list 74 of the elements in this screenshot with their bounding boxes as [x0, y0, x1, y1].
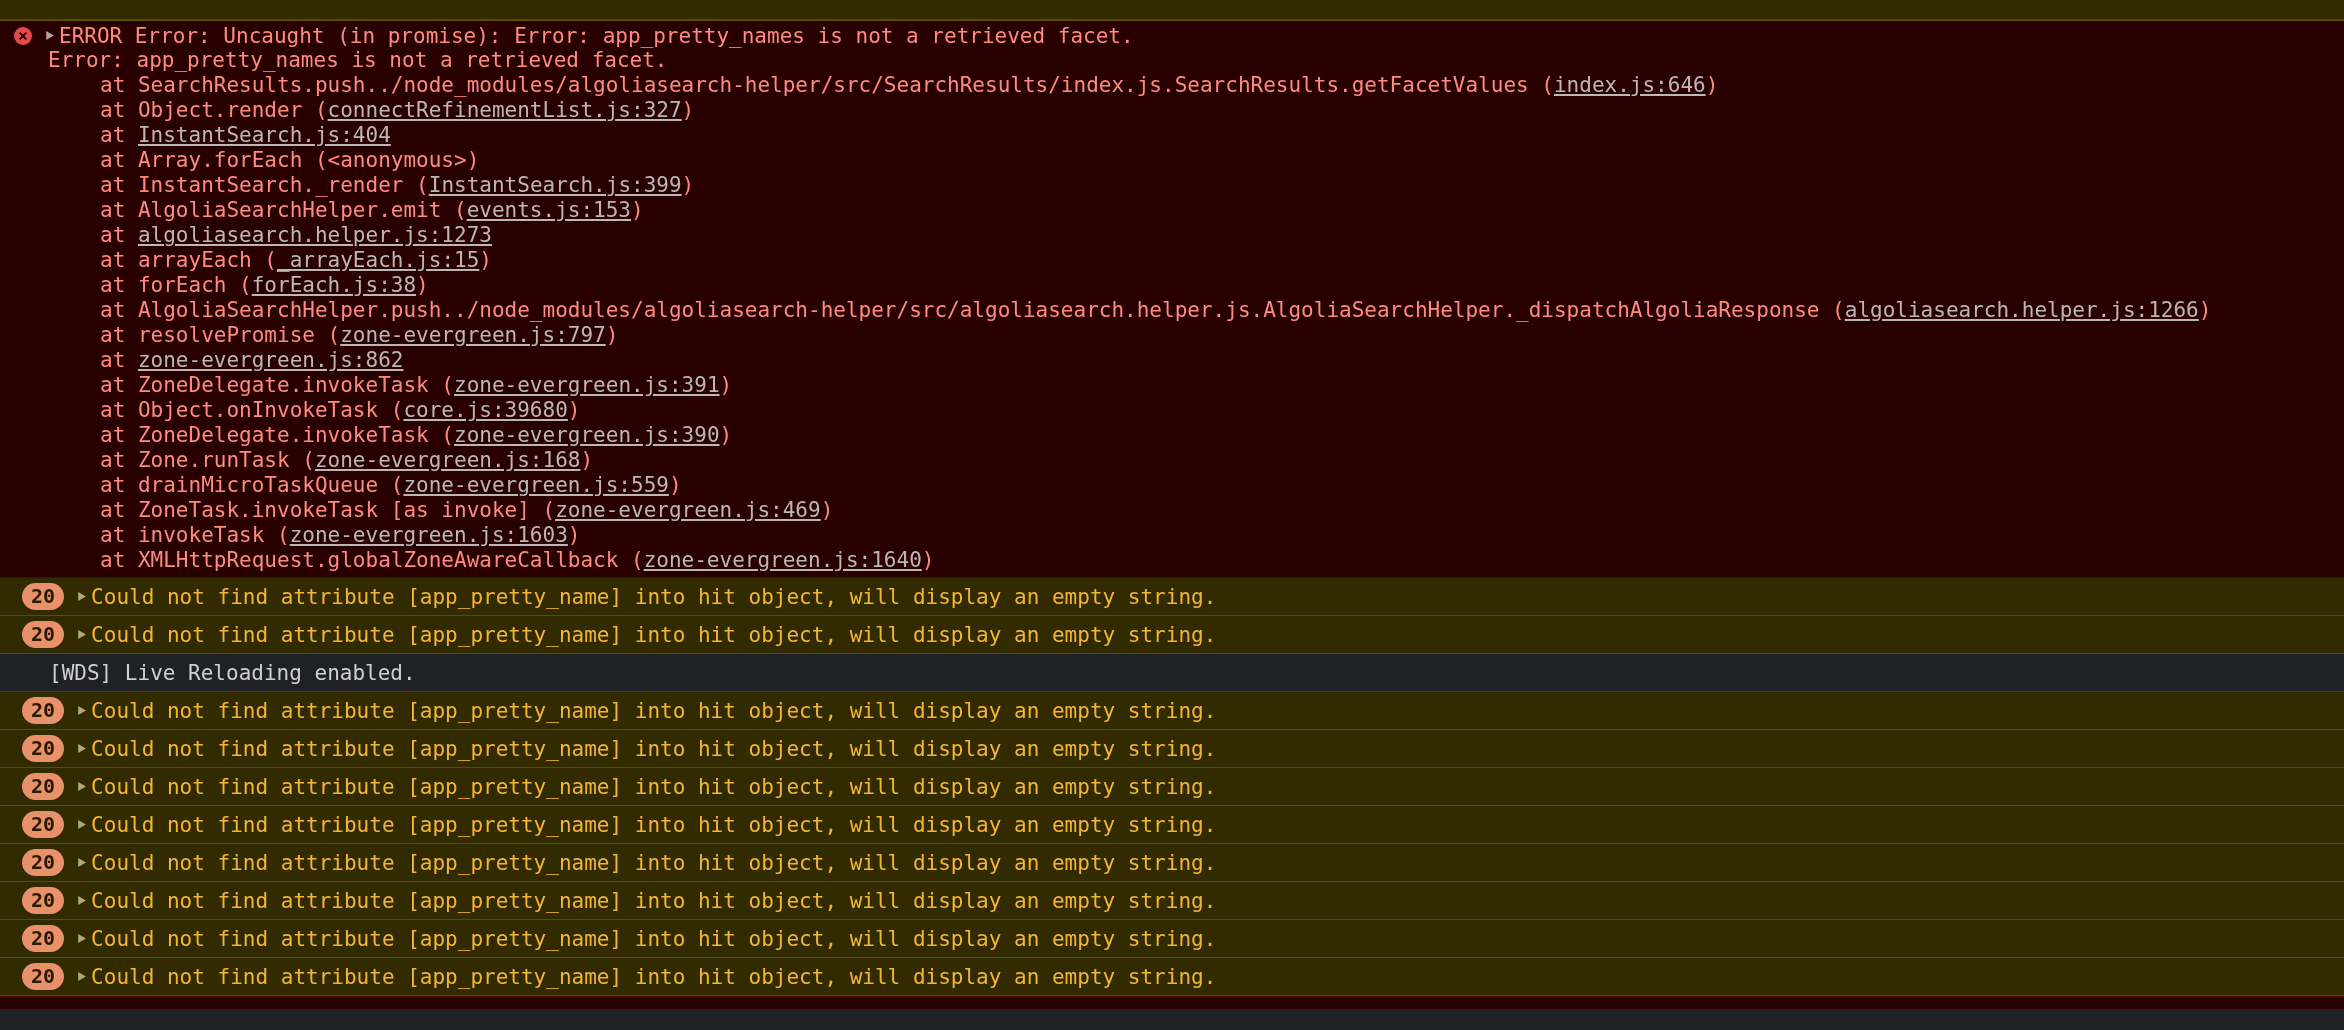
expand-triangle-icon[interactable] — [76, 743, 88, 754]
source-link[interactable]: zone-evergreen.js:168 — [314, 448, 581, 472]
error-text: Error: app_pretty_names is not a retrieved facet. — [47, 48, 669, 73]
warning-message: Could not find attribute [app_pretty_name] into hit object, will display an empty string. — [91, 698, 1217, 723]
stack-frame: at InstantSearch._render (InstantSearch.js:399) — [0, 173, 2344, 198]
count-badge: 20 — [22, 811, 65, 838]
warning-message: Could not find attribute [app_pretty_name] into hit object, will display an empty string. — [91, 888, 1217, 913]
stack-frame: at Zone.runTask (zone-evergreen.js:168) — [0, 448, 2344, 473]
stack-frame: at AlgoliaSearchHelper.push../node_modules/algoliasearch-helper/src/algoliasearch.helper.js.AlgoliaSearchHelper._dispatchAlgoliaResponse (algoliasearch.helper.js:1266) — [0, 298, 2344, 323]
expand-triangle-icon[interactable] — [76, 591, 88, 602]
source-link[interactable]: index.js:646 — [1553, 73, 1706, 97]
stack-frame: at AlgoliaSearchHelper.emit (events.js:153) — [0, 198, 2344, 223]
stack-frame: at algoliasearch.helper.js:1273 — [0, 223, 2344, 248]
error-title: ERROR Error: Uncaught (in promise): Error: app_pretty_names is not a retrieved facet. — [59, 23, 1134, 48]
stack-frame: at InstantSearch.js:404 — [0, 123, 2344, 148]
expand-triangle-icon[interactable] — [76, 629, 88, 640]
stack-frame: at invokeTask (zone-evergreen.js:1603) — [0, 523, 2344, 548]
stack-frame: at zone-evergreen.js:862 — [0, 348, 2344, 373]
source-link[interactable]: InstantSearch.js:404 — [137, 123, 391, 147]
warning-message: Could not find attribute [app_pretty_name] into hit object, will display an empty string. — [91, 774, 1217, 799]
expand-triangle-icon[interactable] — [76, 819, 88, 830]
source-link[interactable]: forEach.js:38 — [251, 273, 417, 297]
count-badge: 20 — [22, 583, 65, 610]
source-link[interactable]: algoliasearch.helper.js:1266 — [1844, 298, 2199, 322]
stack-frame: at drainMicroTaskQueue (zone-evergreen.js:559) — [0, 473, 2344, 498]
count-badge: 20 — [22, 621, 65, 648]
source-link[interactable]: zone-evergreen.js:862 — [137, 348, 404, 372]
expand-triangle-icon[interactable] — [76, 857, 88, 868]
warning-message: Could not find attribute [app_pretty_name] into hit object, will display an empty string. — [91, 584, 1217, 609]
expand-triangle-icon[interactable] — [76, 933, 88, 944]
source-link[interactable]: zone-evergreen.js:390 — [454, 423, 720, 447]
count-badge: 20 — [22, 735, 65, 762]
warning-message: Could not find attribute [app_pretty_name] into hit object, will display an empty string. — [91, 850, 1217, 875]
source-link[interactable]: zone-evergreen.js:1640 — [643, 548, 922, 572]
source-link[interactable]: zone-evergreen.js:469 — [555, 498, 821, 522]
source-link[interactable]: zone-evergreen.js:797 — [340, 323, 606, 347]
source-link[interactable]: algoliasearch.helper.js:1273 — [137, 223, 492, 247]
expand-triangle-icon[interactable] — [44, 30, 55, 41]
count-badge: 20 — [22, 963, 65, 990]
expand-triangle-icon[interactable] — [76, 971, 88, 982]
stack-frame: at SearchResults.push../node_modules/algoliasearch-helper/src/SearchResults/index.js.SearchResults.getFacetValues (index.js:646) — [0, 73, 2344, 98]
count-badge: 20 — [22, 849, 65, 876]
warning-message: Could not find attribute [app_pretty_name] into hit object, will display an empty string. — [91, 812, 1217, 837]
source-link[interactable]: zone-evergreen.js:1603 — [289, 523, 568, 547]
stack-frame: at XMLHttpRequest.globalZoneAwareCallback (zone-evergreen.js:1640) — [0, 548, 2344, 573]
source-link[interactable]: events.js:153 — [466, 198, 632, 222]
stack-frame: at ZoneTask.invokeTask [as invoke] (zone-evergreen.js:469) — [0, 498, 2344, 523]
expand-triangle-icon[interactable] — [76, 895, 88, 906]
count-badge: 20 — [22, 887, 65, 914]
source-link[interactable]: _arrayEach.js:15 — [277, 248, 480, 272]
stack-frame: at Object.onInvokeTask (core.js:39680) — [0, 398, 2344, 423]
stack-frame: at ZoneDelegate.invokeTask (zone-evergreen.js:391) — [0, 373, 2344, 398]
count-badge: 20 — [22, 697, 65, 724]
source-link[interactable]: InstantSearch.js:399 — [428, 173, 682, 197]
warning-message: Could not find attribute [app_pretty_name] into hit object, will display an empty string. — [91, 736, 1217, 761]
expand-triangle-icon[interactable] — [76, 705, 88, 716]
warning-message: Could not find attribute [app_pretty_name] into hit object, will display an empty string. — [91, 964, 1217, 989]
stack-frame: at ZoneDelegate.invokeTask (zone-evergreen.js:390) — [0, 423, 2344, 448]
warning-message: Could not find attribute [app_pretty_name] into hit object, will display an empty string. — [91, 622, 1217, 647]
stack-frame: at Object.render (connectRefinementList.js:327) — [0, 98, 2344, 123]
stack-frame: at resolvePromise (zone-evergreen.js:797) — [0, 323, 2344, 348]
log-message: [WDS] Live Reloading enabled. — [48, 660, 416, 685]
source-link[interactable]: zone-evergreen.js:559 — [403, 473, 669, 497]
stack-frame: at Array.forEach (<anonymous>) — [0, 148, 2344, 173]
warning-message: Could not find attribute [app_pretty_name] into hit object, will display an empty string. — [91, 926, 1217, 951]
stack-frame: at arrayEach (_arrayEach.js:15) — [0, 248, 2344, 273]
source-link[interactable]: connectRefinementList.js:327 — [327, 98, 682, 122]
count-badge: 20 — [22, 773, 65, 800]
expand-triangle-icon[interactable] — [76, 781, 88, 792]
stack-frame: at forEach (forEach.js:38) — [0, 273, 2344, 298]
source-link[interactable]: zone-evergreen.js:391 — [454, 373, 720, 397]
count-badge: 20 — [22, 925, 65, 952]
error-icon — [14, 26, 32, 45]
source-link[interactable]: core.js:39680 — [403, 398, 568, 422]
